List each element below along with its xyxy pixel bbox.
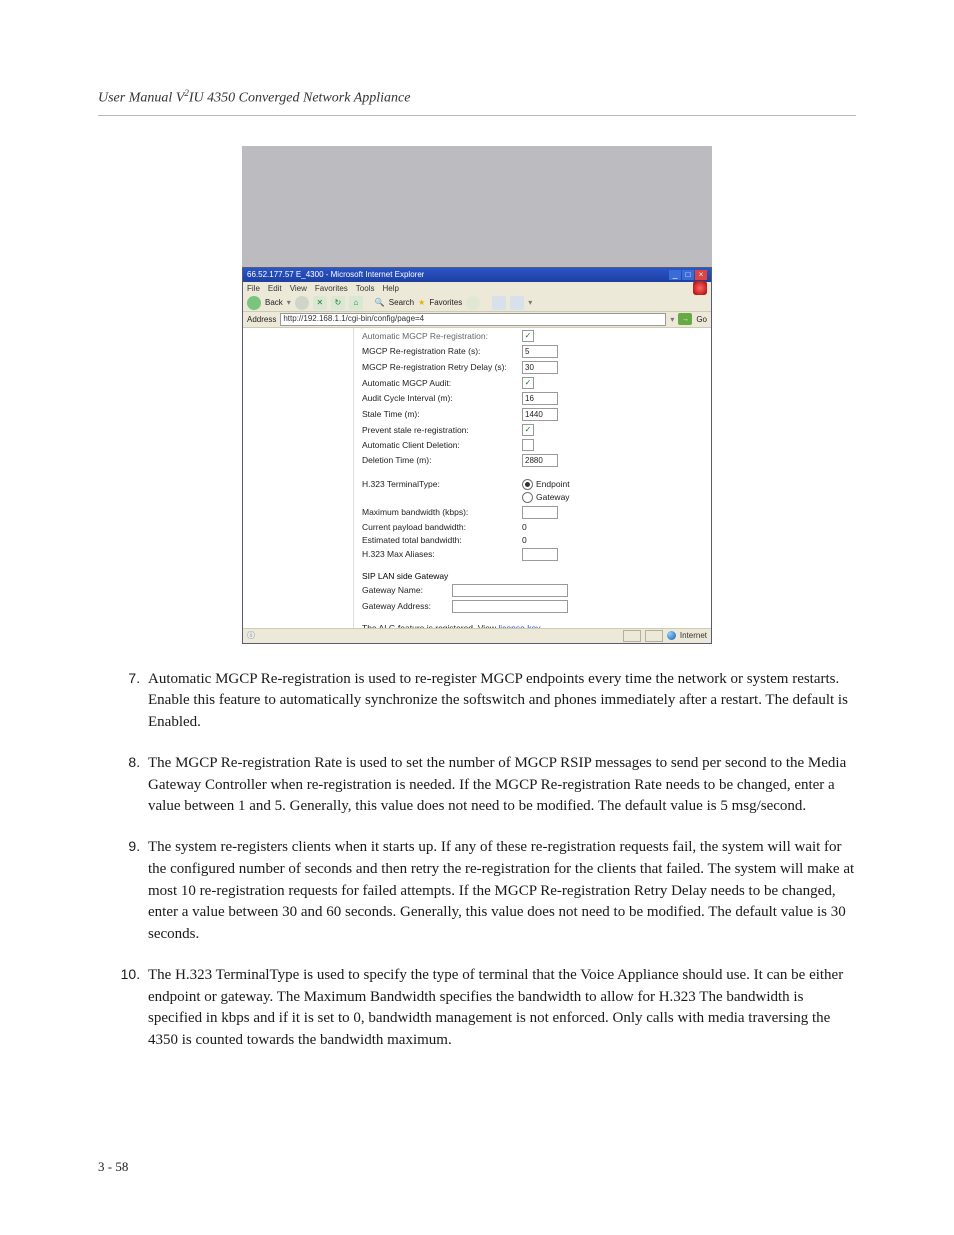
rereg-rate-label: MGCP Re-registration Rate (s): xyxy=(362,346,522,356)
search-label[interactable]: Search xyxy=(389,298,414,307)
autodel-checkbox[interactable] xyxy=(522,439,534,451)
figure-gray-band xyxy=(242,146,712,267)
address-label: Address xyxy=(247,315,276,324)
close-icon[interactable]: × xyxy=(695,270,707,280)
status-zone-label: Internet xyxy=(680,631,707,640)
menu-favorites[interactable]: Favorites xyxy=(315,284,348,293)
maxbw-input[interactable] xyxy=(522,506,558,519)
list-item-8: The MGCP Re-registration Rate is used to… xyxy=(144,752,856,818)
window-buttons: _ □ × xyxy=(669,270,707,280)
internet-zone-icon xyxy=(667,631,676,640)
menu-file[interactable]: File xyxy=(247,284,260,293)
cycle-input[interactable]: 16 xyxy=(522,392,558,405)
status-left-icon: ⓘ xyxy=(247,630,255,641)
gname-label: Gateway Name: xyxy=(362,585,452,595)
deltime-label: Deletion Time (m): xyxy=(362,455,522,465)
sip-section-head: SIP LAN side Gateway xyxy=(362,571,703,581)
maxbw-label: Maximum bandwidth (kbps): xyxy=(362,507,522,517)
home-icon[interactable]: ⌂ xyxy=(349,296,363,310)
address-input[interactable]: http://192.168.1.1/cgi-bin/config/page=4 xyxy=(280,313,666,326)
gateway-radio[interactable] xyxy=(522,492,533,503)
search-icon[interactable]: 🔍 xyxy=(375,298,385,307)
curbw-label: Current payload bandwidth: xyxy=(362,522,522,532)
autodel-label: Automatic Client Deletion: xyxy=(362,440,522,450)
favorites-label[interactable]: Favorites xyxy=(429,298,462,307)
back-chevron-icon[interactable]: ▾ xyxy=(287,298,291,307)
maxalias-label: H.323 Max Aliases: xyxy=(362,549,522,559)
menu-edit[interactable]: Edit xyxy=(268,284,282,293)
go-button[interactable]: → xyxy=(678,313,692,325)
ie-window-title: 66.52.177.57 E_4300 - Microsoft Internet… xyxy=(247,270,424,279)
ie-logo-icon xyxy=(693,281,707,295)
prevent-checkbox[interactable]: ✓ xyxy=(522,424,534,436)
gaddr-input[interactable] xyxy=(452,600,568,613)
mail-icon[interactable] xyxy=(492,296,506,310)
maximize-icon[interactable]: □ xyxy=(682,270,694,280)
rereg-retry-input[interactable]: 30 xyxy=(522,361,558,374)
rereg-rate-input[interactable]: 5 xyxy=(522,345,558,358)
license-pre: The ALG feature is registered. View xyxy=(362,623,498,628)
gname-input[interactable] xyxy=(452,584,568,597)
page-number: 3 - 58 xyxy=(98,1159,128,1175)
auto-rereg-checkbox[interactable]: ✓ xyxy=(522,330,534,342)
curbw-value: 0 xyxy=(522,522,527,532)
estbw-value: 0 xyxy=(522,535,527,545)
status-cell-2 xyxy=(645,630,663,642)
endpoint-label: Endpoint xyxy=(536,479,570,489)
history-icon[interactable] xyxy=(466,296,480,310)
back-icon[interactable] xyxy=(247,296,261,310)
endpoint-radio[interactable] xyxy=(522,479,533,490)
stale-input[interactable]: 1440 xyxy=(522,408,558,421)
header-pre: User Manual V xyxy=(98,91,184,106)
cycle-label: Audit Cycle Interval (m): xyxy=(362,393,522,403)
ie-window: 66.52.177.57 E_4300 - Microsoft Internet… xyxy=(242,267,712,644)
go-label[interactable]: Go xyxy=(696,315,707,324)
stop-icon[interactable]: ✕ xyxy=(313,296,327,310)
estbw-label: Estimated total bandwidth: xyxy=(362,535,522,545)
stale-label: Stale Time (m): xyxy=(362,409,522,419)
address-value: http://192.168.1.1/cgi-bin/config/page=4 xyxy=(283,314,424,323)
list-item-9: The system re-registers clients when it … xyxy=(144,836,856,946)
left-nav-pane xyxy=(243,328,354,628)
list-item-10: The H.323 TerminalType is used to specif… xyxy=(144,964,856,1052)
form-area: Automatic MGCP Re-registration: ✓ MGCP R… xyxy=(354,328,711,628)
gateway-label: Gateway xyxy=(536,492,570,502)
print-icon[interactable] xyxy=(510,296,524,310)
minimize-icon[interactable]: _ xyxy=(669,270,681,280)
favorites-icon[interactable]: ★ xyxy=(418,298,425,307)
page-header: User Manual V2IU 4350 Converged Network … xyxy=(98,88,856,107)
audit-checkbox[interactable]: ✓ xyxy=(522,377,534,389)
rereg-retry-label: MGCP Re-registration Retry Delay (s): xyxy=(362,362,522,372)
gaddr-label: Gateway Address: xyxy=(362,601,452,611)
menu-help[interactable]: Help xyxy=(382,284,398,293)
addr-chevron-icon[interactable]: ▾ xyxy=(670,315,674,324)
deltime-input[interactable]: 2880 xyxy=(522,454,558,467)
prevent-label: Prevent stale re-registration: xyxy=(362,425,522,435)
status-cell-1 xyxy=(623,630,641,642)
header-post: IU 4350 Converged Network Appliance xyxy=(189,91,411,106)
audit-label: Automatic MGCP Audit: xyxy=(362,378,522,388)
menu-tools[interactable]: Tools xyxy=(356,284,375,293)
header-rule xyxy=(98,115,856,116)
auto-rereg-label: Automatic MGCP Re-registration: xyxy=(362,331,522,341)
menu-view[interactable]: View xyxy=(290,284,307,293)
instruction-list: Automatic MGCP Re-registration is used t… xyxy=(104,668,856,1052)
list-item-7: Automatic MGCP Re-registration is used t… xyxy=(144,668,856,734)
tool-chevron-icon[interactable]: ▾ xyxy=(528,298,532,307)
refresh-icon[interactable]: ↻ xyxy=(331,296,345,310)
maxalias-input[interactable] xyxy=(522,548,558,561)
h323-terminal-label: H.323 TerminalType: xyxy=(362,479,522,489)
license-line: The ALG feature is registered. View lice… xyxy=(362,623,703,628)
screenshot-figure: 66.52.177.57 E_4300 - Microsoft Internet… xyxy=(242,146,712,644)
license-key-link[interactable]: license key xyxy=(498,623,540,628)
back-label[interactable]: Back xyxy=(265,298,283,307)
forward-icon[interactable] xyxy=(295,296,309,310)
